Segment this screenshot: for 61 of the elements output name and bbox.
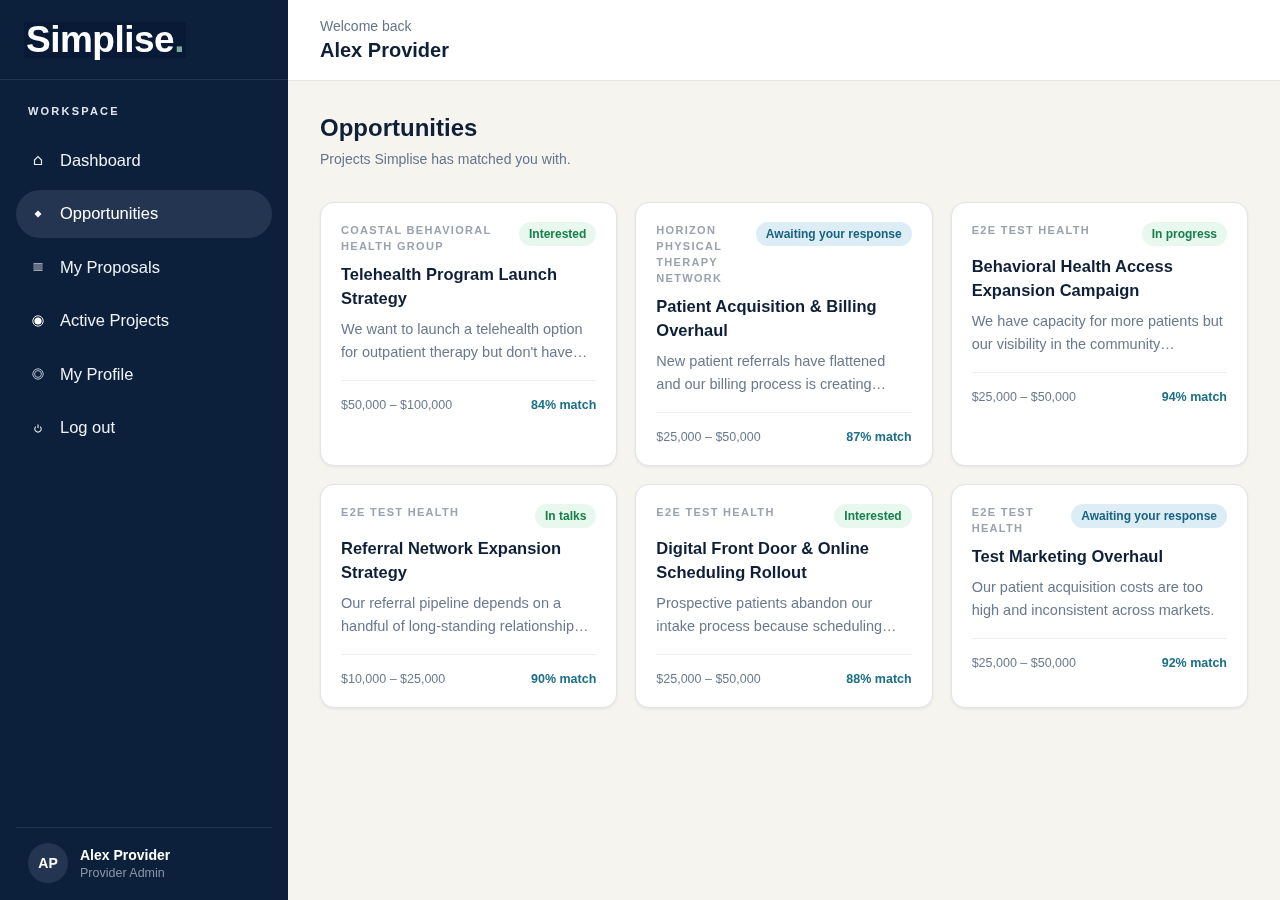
opportunity-card[interactable]: E2E TEST HEALTH In talks Referral Network Expansion Strategy Our referral pipeline depends on a handful of long-standing relationship… $10,000 – $25,000 90% match <box>320 484 618 708</box>
page-subtitle: Projects Simplise has matched you with. <box>320 150 572 169</box>
organization-name: E2E TEST HEALTH <box>971 505 1036 536</box>
radio-icon <box>32 314 44 327</box>
card-title: Telehealth Program Launch Strategy <box>341 264 559 309</box>
card-description: We have capacity for more patients but our visibility in the community… <box>971 312 1224 354</box>
organization-name: HORIZON PHYSICAL THERAPY NETWORK <box>656 223 724 286</box>
user-role: Provider Admin <box>80 864 166 881</box>
nav-item[interactable]: My Proposals <box>16 243 272 291</box>
budget-range: $25,000 – $50,000 <box>971 655 1076 671</box>
nav-item[interactable]: Dashboard <box>16 136 272 184</box>
user-avatar: AP <box>28 843 68 883</box>
nav-item[interactable]: Log out <box>16 403 272 452</box>
organization-name: E2E TEST HEALTH <box>656 505 776 520</box>
opportunity-card[interactable]: COASTAL BEHAVIORAL HEALTH GROUP Interested Telehealth Program Launch Strategy We want to launch a telehealth option for outpatient therapy but don't have… $50,000 – $100,000 84% match <box>320 202 618 466</box>
status-badge: In talks <box>534 504 597 528</box>
budget-range: $25,000 – $50,000 <box>656 429 761 445</box>
nav-item[interactable]: My Profile <box>16 350 272 398</box>
list-icon <box>32 261 44 273</box>
user-name: Alex Provider <box>80 845 171 864</box>
card-description: New patient referrals have flattened and our billing process is creating… <box>656 352 888 394</box>
ring-icon <box>32 368 44 380</box>
card-title: Behavioral Health Access Expansion Campaign <box>971 256 1174 301</box>
status-badge: In progress <box>1141 222 1227 246</box>
organization-name: COASTAL BEHAVIORAL HEALTH GROUP <box>341 223 493 254</box>
budget-range: $25,000 – $50,000 <box>656 671 761 687</box>
card-description: Our patient acquisition costs are too high and inconsistent across markets. <box>971 578 1216 620</box>
opportunity-card[interactable]: E2E TEST HEALTH Awaiting your response Test Marketing Overhaul Our patient acquisition costs are too high and inconsistent across markets. $25,000 – $50,000 92% match <box>950 484 1248 708</box>
page-title: Opportunities <box>320 113 479 143</box>
header-user-name: Alex Provider <box>320 38 450 63</box>
opportunity-card[interactable]: HORIZON PHYSICAL THERAPY NETWORK Awaiting your response Patient Acquisition & Billing Overhaul New patient referrals have flattened and our billing process is creating… $25,000 – $50,000 87% match <box>635 202 933 466</box>
match-score: 84% match <box>531 397 597 413</box>
budget-range: $50,000 – $100,000 <box>341 397 453 413</box>
card-title: Referral Network Expansion Strategy <box>341 538 563 583</box>
opportunity-card[interactable]: E2E TEST HEALTH Interested Digital Front Door & Online Scheduling Rollout Prospective patients abandon our intake process because scheduling… $25,000 – $50,000 88% match <box>635 484 933 708</box>
section-label: WORKSPACE <box>28 104 121 119</box>
status-badge: Awaiting your response <box>1071 504 1227 528</box>
match-score: 90% match <box>531 671 597 687</box>
budget-range: $25,000 – $50,000 <box>971 389 1076 405</box>
budget-range: $10,000 – $25,000 <box>341 671 446 687</box>
organization-name: E2E TEST HEALTH <box>971 223 1091 238</box>
card-description: We want to launch a telehealth option for outpatient therapy but don't have… <box>341 320 589 362</box>
match-score: 88% match <box>846 671 912 687</box>
card-description: Our referral pipeline depends on a handful of long-standing relationship… <box>341 594 590 636</box>
card-title: Test Marketing Overhaul <box>971 546 1164 567</box>
match-score: 94% match <box>1161 389 1227 405</box>
opportunity-card[interactable]: E2E TEST HEALTH In progress Behavioral Health Access Expansion Campaign We have capacity for more patients but our visibility in the community… $25,000 – $50,000 94% match <box>950 202 1248 466</box>
card-title: Patient Acquisition & Billing Overhaul <box>656 296 878 341</box>
organization-name: E2E TEST HEALTH <box>341 505 461 520</box>
match-score: 87% match <box>846 429 912 445</box>
greeting-text: Welcome back <box>320 17 413 36</box>
status-badge: Interested <box>518 222 597 246</box>
match-score: 92% match <box>1161 655 1227 671</box>
house-icon <box>32 154 44 166</box>
logo: Simplise. <box>24 21 186 58</box>
status-badge: Interested <box>834 504 912 528</box>
status-badge: Awaiting your response <box>755 222 912 246</box>
card-description: Prospective patients abandon our intake process because scheduling… <box>656 594 898 636</box>
nav-item[interactable]: Opportunities <box>16 189 272 238</box>
card-title: Digital Front Door & Online Scheduling Rollout <box>656 538 870 583</box>
nav-item[interactable]: Active Projects <box>16 296 272 345</box>
